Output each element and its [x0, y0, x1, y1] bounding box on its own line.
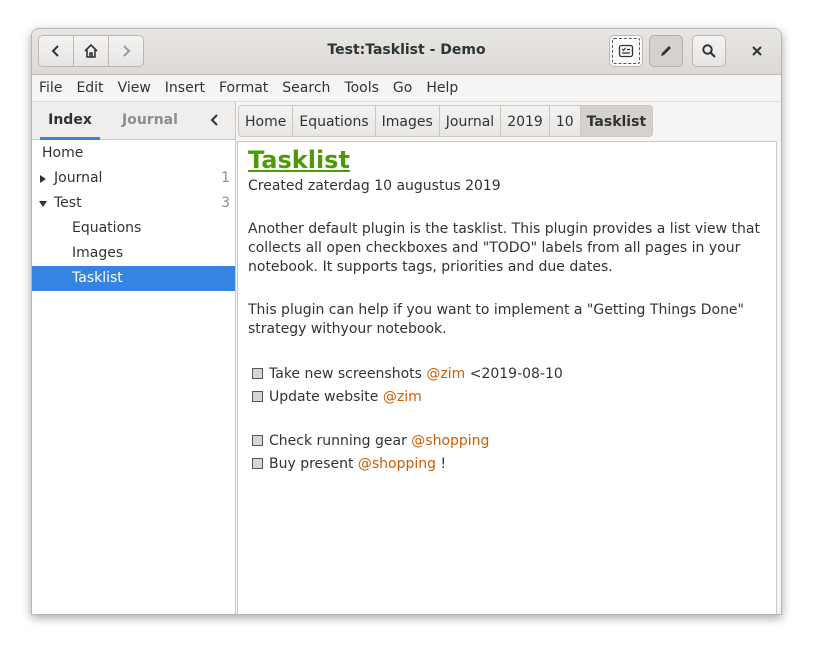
task-tag[interactable]: @zim: [426, 366, 465, 382]
tree-item-test[interactable]: Test 3: [32, 191, 235, 216]
tree-item-count: 1: [221, 170, 230, 186]
task-item: Update website @zim: [248, 386, 768, 409]
close-icon: [752, 46, 762, 56]
tree-item-images[interactable]: Images: [32, 241, 235, 266]
tasklist-button[interactable]: [609, 35, 643, 67]
task-text: Update website: [269, 389, 383, 405]
tree-item-count: 3: [221, 195, 230, 211]
checkbox[interactable]: [252, 435, 263, 446]
tree-item-label: Equations: [72, 220, 142, 236]
crumb-home[interactable]: Home: [238, 105, 294, 137]
task-item: Buy present @shopping !: [248, 453, 768, 476]
created-date: Created zaterdag 10 augustus 2019: [248, 178, 501, 194]
tree-item-label: Tasklist: [72, 270, 123, 286]
tab-journal[interactable]: Journal: [122, 102, 178, 139]
tree-item-home[interactable]: Home: [32, 141, 235, 166]
task-list: Take new screenshots @zim <2019-08-10 Up…: [248, 363, 768, 476]
tab-index[interactable]: Index: [40, 102, 100, 140]
checkbox[interactable]: [252, 391, 263, 402]
tree-item-label: Test: [54, 195, 82, 211]
menu-insert[interactable]: Insert: [158, 80, 212, 96]
crumb-images[interactable]: Images: [375, 105, 440, 137]
expander-expanded-icon[interactable]: [38, 199, 48, 209]
task-text: Buy present: [269, 456, 358, 472]
task-priority: !: [436, 456, 447, 472]
task-tag[interactable]: @shopping: [358, 456, 436, 472]
tasklist-icon: [618, 44, 634, 58]
task-text: Take new screenshots: [269, 366, 427, 382]
chevron-left-icon[interactable]: [207, 112, 223, 128]
menu-search[interactable]: Search: [275, 80, 337, 96]
edit-toggle-button[interactable]: [649, 35, 683, 67]
header-bar: Test:Tasklist - Demo: [32, 29, 781, 75]
expander-collapsed-icon[interactable]: [38, 174, 48, 184]
task-due: <2019-08-10: [465, 366, 563, 382]
tree-item-label: Journal: [54, 170, 103, 186]
task-item: Take new screenshots @zim <2019-08-10: [248, 363, 768, 386]
menu-format[interactable]: Format: [212, 80, 275, 96]
tree-item-journal[interactable]: Journal 1: [32, 166, 235, 191]
menu-go[interactable]: Go: [386, 80, 419, 96]
sidebar: Index Journal Home Journal 1 Test 3 Equa…: [32, 102, 236, 614]
tree-item-tasklist[interactable]: Tasklist: [32, 266, 235, 291]
task-tag[interactable]: @zim: [383, 389, 422, 405]
crumb-journal[interactable]: Journal: [439, 105, 502, 137]
task-text: Check running gear: [269, 433, 412, 449]
paragraph: Another default plugin is the tasklist. …: [248, 221, 760, 275]
sidebar-tabs: Index Journal: [32, 102, 235, 140]
menu-bar: File Edit View Insert Format Search Tool…: [32, 75, 781, 102]
checkbox[interactable]: [252, 368, 263, 379]
pencil-icon: [661, 46, 671, 56]
tree-item-label: Home: [42, 145, 84, 161]
crumb-tasklist[interactable]: Tasklist: [580, 105, 654, 137]
task-tag[interactable]: @shopping: [411, 433, 489, 449]
crumb-10[interactable]: 10: [549, 105, 581, 137]
menu-help[interactable]: Help: [419, 80, 465, 96]
task-item: Check running gear @shopping: [248, 430, 768, 453]
page-heading: Tasklist: [248, 146, 350, 174]
menu-edit[interactable]: Edit: [69, 80, 110, 96]
tree-item-equations[interactable]: Equations: [32, 216, 235, 241]
app-window: Test:Tasklist - Demo File Edit View Inse…: [31, 28, 782, 615]
search-icon: [702, 44, 716, 58]
checkbox[interactable]: [252, 458, 263, 469]
page-editor[interactable]: Tasklist Created zaterdag 10 augustus 20…: [237, 141, 777, 614]
paragraph: This plugin can help if you want to impl…: [248, 302, 744, 337]
menu-file[interactable]: File: [32, 80, 69, 96]
crumb-equations[interactable]: Equations: [293, 105, 376, 137]
close-button[interactable]: [740, 35, 774, 67]
tree-item-label: Images: [72, 245, 124, 261]
page-index-tree: Home Journal 1 Test 3 Equations Images T…: [32, 141, 235, 291]
crumb-2019[interactable]: 2019: [501, 105, 550, 137]
menu-tools[interactable]: Tools: [337, 80, 386, 96]
search-button[interactable]: [692, 35, 726, 67]
path-bar: Home Equations Images Journal 2019 10 Ta…: [238, 105, 654, 137]
menu-view[interactable]: View: [111, 80, 158, 96]
